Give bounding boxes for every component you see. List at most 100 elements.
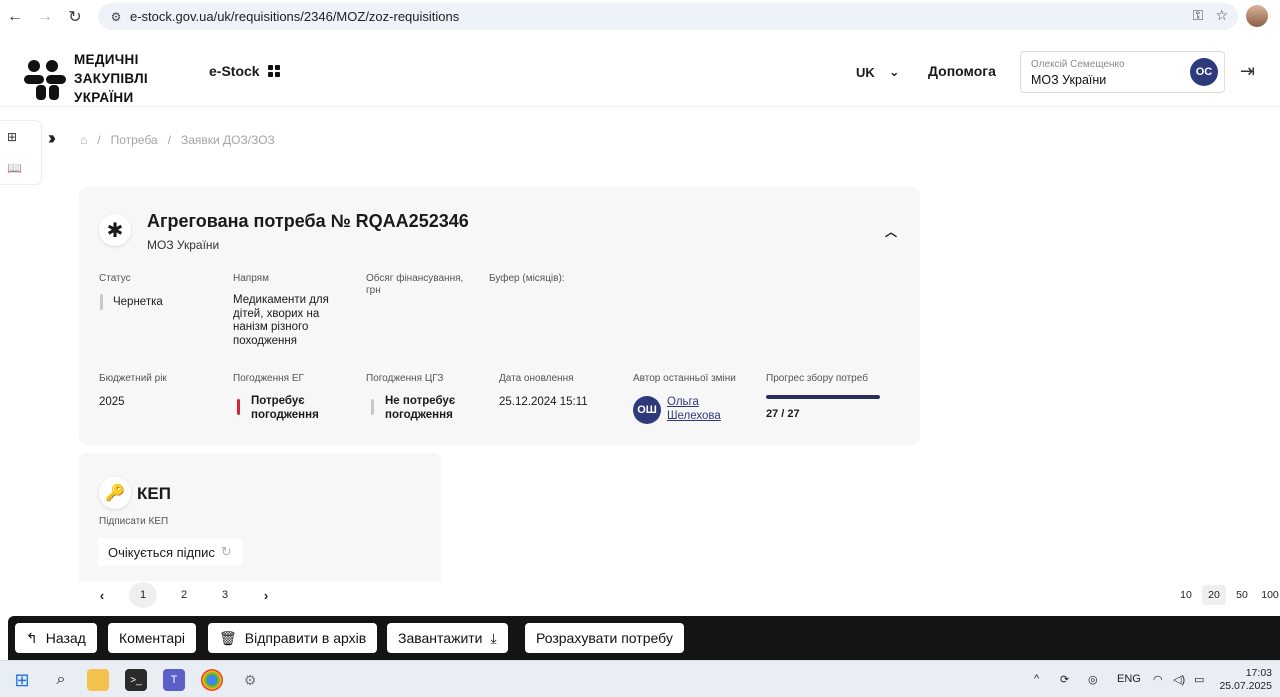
volume-icon[interactable]: ◁)	[1173, 673, 1185, 686]
undo-arrow-icon: ↰	[26, 629, 38, 646]
back-button[interactable]: ↰ Назад	[15, 623, 97, 653]
pagination: ‹ 1 2 3 ›	[88, 582, 293, 608]
app-switcher[interactable]: e-Stock	[209, 63, 280, 79]
kep-label: Підписати КЕП	[99, 516, 169, 527]
user-menu[interactable]: Олексій Семещенко МОЗ України ОС	[1020, 51, 1225, 93]
kep-card: 🔑 КЕП Підписати КЕП Очікується підпис ↻	[79, 453, 441, 581]
clock-time: 17:03	[1245, 667, 1272, 679]
author-label: Автор останньої зміни	[633, 373, 736, 384]
search-icon[interactable]: ⌕	[50, 669, 72, 691]
page-1[interactable]: 1	[129, 582, 157, 608]
teams-icon[interactable]: T	[163, 669, 185, 691]
back-arrow-icon[interactable]: ←	[0, 2, 30, 32]
page-2[interactable]: 2	[170, 582, 198, 608]
back-button-label: Назад	[45, 630, 86, 646]
input-language[interactable]: ENG	[1117, 673, 1141, 685]
page-size-20[interactable]: 20	[1202, 585, 1226, 605]
book-icon[interactable]: 📖	[7, 161, 22, 175]
profile-avatar[interactable]	[1246, 5, 1268, 27]
kep-title: КЕП	[137, 484, 171, 503]
archive-button-label: Відправити в архів	[244, 630, 367, 646]
address-bar[interactable]: ⚙ e-stock.gov.ua/uk/requisitions/2346/MO…	[98, 3, 1238, 30]
prev-page-icon[interactable]: ‹	[88, 582, 116, 608]
signature-status-badge: Очікується підпис ↻	[98, 538, 242, 566]
trash-icon: 🗑	[219, 629, 237, 646]
progress-bar	[766, 395, 880, 399]
app-name: e-Stock	[209, 63, 260, 79]
os-taskbar: ⊞ ⌕ >_ T ⚙ ^ ⟳ ◎ ENG ◠ ◁) ▭ 17:03 25.07.…	[0, 660, 1280, 697]
loading-icon: ↻	[220, 544, 232, 559]
buffer-label: Буфер (місяців):	[489, 273, 565, 284]
forward-arrow-icon[interactable]: →	[30, 2, 60, 32]
help-link[interactable]: Допомога	[928, 63, 996, 79]
archive-button[interactable]: 🗑 Відправити в архів	[208, 623, 378, 653]
chevron-up-icon[interactable]: ︿	[885, 223, 897, 240]
home-icon[interactable]: ⌂	[80, 133, 87, 147]
app-icon[interactable]: ⚙	[239, 669, 261, 691]
breadcrumb-item-requests[interactable]: Заявки ДОЗ/ЗОЗ	[181, 133, 275, 147]
breadcrumb-separator: /	[97, 133, 101, 147]
eg-approval-label: Погодження ЕГ	[233, 373, 304, 384]
side-rail: ⊞ 📖	[0, 120, 42, 185]
status-indicator	[100, 294, 103, 310]
status-label: Статус	[99, 273, 131, 284]
direction-label: Напрям	[233, 273, 269, 284]
language-value: UK	[856, 64, 875, 80]
site-settings-icon[interactable]: ⚙	[108, 9, 124, 25]
bookmark-star-icon[interactable]: ☆	[1215, 7, 1228, 24]
comments-button[interactable]: Коментарі	[108, 623, 197, 653]
updated-date-value: 25.12.2024 15:11	[499, 396, 588, 408]
logout-icon[interactable]: ⇥	[1240, 61, 1255, 82]
clock-date: 25.07.2025	[1219, 680, 1272, 692]
battery-icon[interactable]: ▭	[1194, 673, 1204, 686]
eg-approval-value: Потребує погодження	[251, 395, 319, 421]
page-size-selector: 10 20 50 100	[1174, 585, 1280, 605]
sync-icon[interactable]: ⟳	[1060, 673, 1069, 686]
windows-start-icon[interactable]: ⊞	[11, 669, 33, 691]
funding-label: Обсяг фінансування, грн	[366, 273, 464, 296]
author-avatar: ОШ	[633, 396, 661, 424]
progress-text: 27 / 27	[766, 408, 800, 420]
cgz-approval-value: Не потребує погодження	[385, 395, 456, 421]
next-page-icon[interactable]: ›	[252, 582, 280, 608]
app-header: МЕДИЧНІ ЗАКУПІВЛІ УКРАЇНИ e-Stock UK ⌄ Д…	[0, 36, 1280, 107]
author-link[interactable]: Ольга Шелехова	[667, 396, 737, 423]
page-size-10[interactable]: 10	[1174, 585, 1198, 605]
download-button[interactable]: Завантажити ⤓	[387, 623, 508, 653]
expand-sidebar-icon[interactable]: ››	[48, 128, 56, 149]
file-explorer-icon[interactable]	[87, 669, 109, 691]
updated-date-label: Дата оновлення	[499, 373, 574, 384]
boxes-icon[interactable]: ⊞	[7, 130, 17, 144]
logo-text: МЕДИЧНІ ЗАКУПІВЛІ УКРАЇНИ	[74, 52, 148, 105]
language-select[interactable]: UK ⌄	[856, 64, 900, 80]
terminal-icon[interactable]: >_	[125, 669, 147, 691]
chrome-icon[interactable]	[201, 669, 223, 691]
user-name: Олексій Семещенко	[1031, 59, 1125, 70]
logo-mark-icon	[24, 58, 66, 100]
cgz-approval-indicator	[371, 399, 374, 415]
comments-button-label: Коментарі	[119, 630, 186, 646]
tray-chevron-up-icon[interactable]: ^	[1034, 673, 1039, 685]
budget-year-value: 2025	[99, 396, 125, 408]
globe-icon[interactable]: ◎	[1088, 673, 1098, 686]
chevron-down-icon: ⌄	[888, 64, 900, 79]
asterisk-icon: ✱	[99, 214, 131, 246]
page-3[interactable]: 3	[211, 582, 239, 608]
system-clock[interactable]: 17:03 25.07.2025	[1219, 667, 1272, 693]
page-size-50[interactable]: 50	[1230, 585, 1254, 605]
progress-fill	[766, 395, 880, 399]
key-icon: 🔑	[99, 477, 131, 509]
user-org: МОЗ України	[1031, 73, 1107, 87]
calculate-button[interactable]: Розрахувати потребу	[525, 623, 684, 653]
action-bar: ↰ Назад Коментарі 🗑 Відправити в архів З…	[8, 616, 1280, 660]
logo[interactable]: МЕДИЧНІ ЗАКУПІВЛІ УКРАЇНИ	[24, 50, 148, 107]
wifi-icon[interactable]: ◠	[1153, 673, 1163, 686]
eg-approval-indicator	[237, 399, 240, 415]
cgz-approval-label: Погодження ЦГЗ	[366, 373, 444, 384]
browser-toolbar: ← → ↻ ⚙ e-stock.gov.ua/uk/requisitions/2…	[0, 0, 1280, 34]
breadcrumb: ⌂ / Потреба / Заявки ДОЗ/ЗОЗ	[80, 133, 275, 147]
breadcrumb-item-need[interactable]: Потреба	[111, 133, 158, 147]
key-icon[interactable]: ⚿	[1193, 7, 1204, 24]
page-size-100[interactable]: 100	[1258, 585, 1280, 605]
reload-icon[interactable]: ↻	[60, 2, 90, 32]
